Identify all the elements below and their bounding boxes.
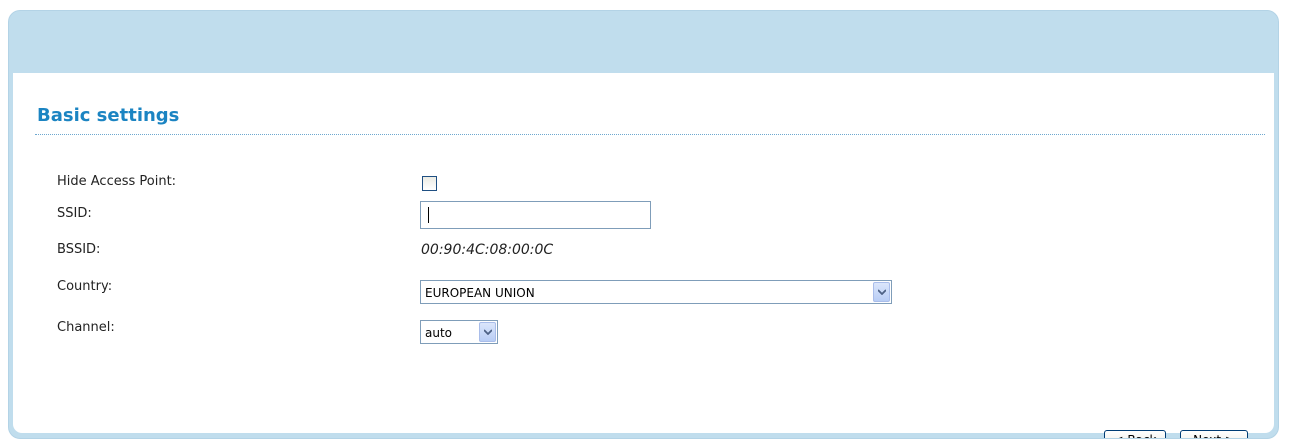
ssid-label: SSID: [57, 206, 92, 221]
country-selected-value: EUROPEAN UNION [425, 286, 535, 300]
chevron-down-icon[interactable] [479, 322, 496, 342]
hide-access-point-label: Hide Access Point: [57, 174, 177, 189]
next-button[interactable]: Next > [1180, 430, 1248, 438]
section-divider [35, 134, 1265, 135]
channel-label: Channel: [57, 320, 115, 335]
country-label: Country: [57, 279, 113, 294]
back-button[interactable]: < Back [1104, 430, 1166, 438]
text-caret [428, 207, 429, 223]
channel-selected-value: auto [425, 326, 453, 340]
channel-select[interactable]: auto [420, 320, 498, 344]
chevron-down-icon[interactable] [873, 282, 890, 302]
bssid-value: 00:90:4C:08:00:0C [421, 242, 554, 258]
section-title: Basic settings [37, 105, 180, 126]
settings-panel: Basic settings Hide Access Point: SSID: … [8, 10, 1279, 439]
ssid-input[interactable] [420, 201, 651, 229]
hide-access-point-checkbox[interactable] [422, 176, 437, 191]
bssid-label: BSSID: [57, 242, 101, 257]
panel-content: Basic settings Hide Access Point: SSID: … [13, 73, 1274, 438]
country-select[interactable]: EUROPEAN UNION [420, 280, 892, 304]
